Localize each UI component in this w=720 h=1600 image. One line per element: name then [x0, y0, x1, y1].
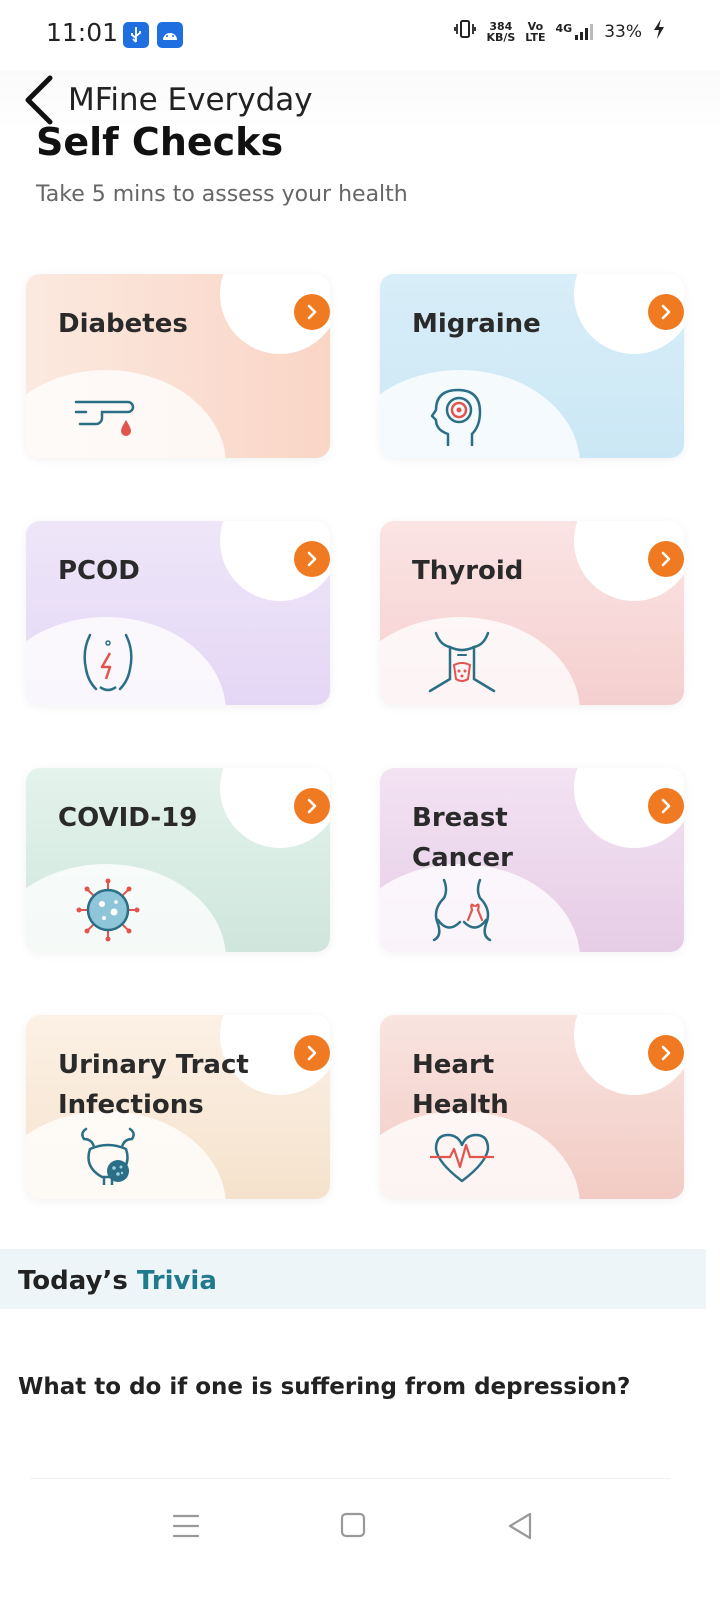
open-thyroid-button[interactable] [648, 541, 684, 577]
card-label: Diabetes [58, 309, 188, 339]
card-label: Migraine [412, 309, 541, 339]
network-type: 4G [555, 21, 573, 35]
net-speed-unit: KB/S [486, 30, 516, 44]
page-subtitle: Take 5 mins to assess your health [36, 182, 408, 207]
chevron-right-icon [307, 798, 317, 814]
trivia-title-accent: Trivia [136, 1266, 217, 1296]
volte-indicator: Vo LTE [525, 21, 545, 43]
status-time: 11:01 [46, 18, 119, 47]
chevron-right-icon [661, 1045, 671, 1061]
card-label: COVID-19 [58, 803, 198, 833]
card-covid-19[interactable]: COVID-19 [26, 768, 330, 952]
header-title: MFine Everyday [68, 82, 313, 118]
open-heart-health-button[interactable] [648, 1035, 684, 1071]
system-nav-bar [0, 1490, 720, 1600]
chevron-right-icon [661, 798, 671, 814]
card-label: Urinary Tract Infections [58, 1050, 249, 1120]
triangle-back-icon [508, 1512, 532, 1540]
open-breast-cancer-button[interactable] [648, 788, 684, 824]
vibrate-icon [454, 19, 477, 44]
finger-blood-drop-icon [74, 400, 135, 436]
home-button[interactable] [333, 1508, 373, 1544]
card-heart-health[interactable]: Heart Health [380, 1015, 684, 1199]
neck-thyroid-icon [428, 631, 496, 693]
back-button[interactable] [22, 74, 62, 126]
open-diabetes-button[interactable] [294, 294, 330, 330]
status-right: 384 KB/S Vo LTE 4G 33% [454, 18, 666, 45]
head-target-icon [430, 388, 482, 446]
menu-button[interactable] [166, 1508, 206, 1544]
card-label: Heart Health [412, 1050, 509, 1120]
virus-icon [76, 878, 140, 942]
chevron-right-icon [307, 1045, 317, 1061]
back-arrow-icon [25, 75, 53, 125]
card-migraine[interactable]: Migraine [380, 274, 684, 458]
card-label: PCOD [58, 556, 140, 586]
usb-icon [123, 22, 149, 48]
back-nav-button[interactable] [500, 1508, 540, 1544]
divider [30, 1478, 670, 1479]
charging-icon [652, 18, 666, 45]
open-covid-19-button[interactable] [294, 788, 330, 824]
card-pcod[interactable]: PCOD [26, 521, 330, 705]
chevron-right-icon [307, 551, 317, 567]
battery-percent: 33% [604, 21, 642, 42]
breast-ribbon-icon [432, 878, 492, 942]
volte-bottom: LTE [525, 30, 546, 44]
card-label: Breast Cancer [412, 803, 514, 873]
card-thyroid[interactable]: Thyroid [380, 521, 684, 705]
card-breast-cancer[interactable]: Breast Cancer [380, 768, 684, 952]
abdomen-pain-icon [83, 633, 133, 692]
trivia-title-prefix: Today’s [18, 1266, 128, 1296]
chevron-right-icon [661, 551, 671, 567]
open-migraine-button[interactable] [648, 294, 684, 330]
open-pcod-button[interactable] [294, 541, 330, 577]
card-urinary-tract-infections[interactable]: Urinary Tract Infections [26, 1015, 330, 1199]
menu-icon [172, 1514, 200, 1538]
open-urinary-tract-infections-button[interactable] [294, 1035, 330, 1071]
page-title: Self Checks [36, 120, 284, 164]
chevron-right-icon [307, 304, 317, 320]
bladder-icon [81, 1127, 135, 1185]
chevron-right-icon [661, 304, 671, 320]
heart-pulse-icon [430, 1133, 494, 1183]
net-speed: 384 KB/S [486, 21, 515, 43]
trivia-title: Today’s Trivia [18, 1266, 217, 1296]
status-bar: 11:01 384 KB/S Vo LTE 4G 33% [0, 0, 720, 70]
android-icon [157, 22, 183, 48]
signal-indicator: 4G [556, 23, 595, 41]
trivia-question[interactable]: What to do if one is suffering from depr… [18, 1374, 630, 1400]
card-diabetes[interactable]: Diabetes [26, 274, 330, 458]
signal-icon [575, 23, 594, 40]
square-home-icon [340, 1512, 366, 1538]
card-label: Thyroid [412, 556, 524, 586]
